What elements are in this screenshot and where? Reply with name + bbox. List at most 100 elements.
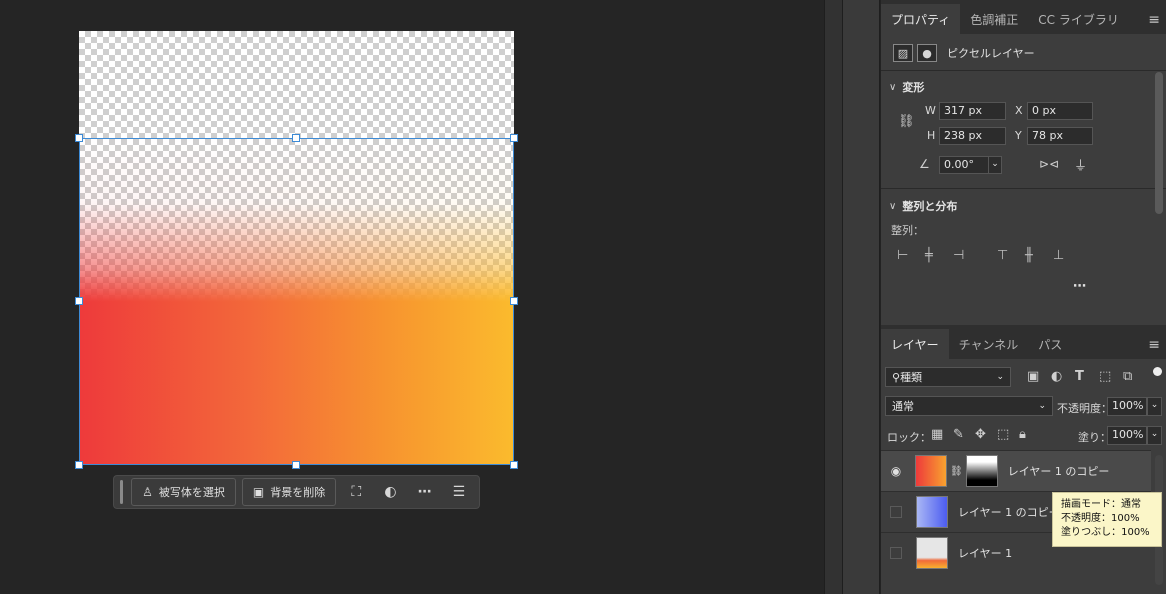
layer-name[interactable]: レイヤー 1 bbox=[958, 545, 1012, 561]
height-label: H bbox=[927, 129, 936, 142]
more-align-options-icon[interactable]: ⋯ bbox=[1073, 279, 1086, 294]
align-left-icon[interactable]: ⊢ bbox=[897, 248, 925, 263]
remove-background-button[interactable]: ▣ 背景を削除 bbox=[241, 478, 337, 506]
lock-position-icon[interactable]: ✥ bbox=[975, 427, 997, 442]
angle-icon: ∠ bbox=[919, 157, 930, 171]
align-icons-row: ⊢ ╪ ⊣ ⊤ ╫ ⊥ bbox=[897, 248, 1081, 263]
layer-name[interactable]: レイヤー 1 のコピー bbox=[958, 504, 1060, 520]
chevron-down-icon: ⌄ bbox=[996, 372, 1004, 382]
tab-layers[interactable]: レイヤー bbox=[881, 329, 949, 359]
angle-field[interactable]: 0.00° bbox=[939, 156, 989, 174]
filter-pixel-icon[interactable]: ▣ bbox=[1027, 369, 1051, 384]
handle-top-left[interactable] bbox=[75, 134, 83, 142]
blend-mode-value: 通常 bbox=[892, 400, 914, 413]
chevron-down-icon: ⌄ bbox=[1038, 401, 1046, 411]
angle-dropdown-chevron-icon[interactable]: ⌄ bbox=[988, 156, 1002, 174]
mask-icon[interactable]: ● bbox=[917, 44, 937, 62]
width-field[interactable]: 317 px bbox=[939, 102, 1006, 120]
visibility-toggle[interactable] bbox=[890, 547, 902, 559]
align-title: 整列と分布 bbox=[902, 200, 958, 213]
align-top-icon[interactable]: ⊤ bbox=[997, 248, 1025, 263]
layers-panel-menu-icon[interactable]: ≡ bbox=[1148, 337, 1160, 353]
align-section-header[interactable]: ∨ 整列と分布 bbox=[881, 195, 957, 217]
layer-mask-thumbnail[interactable] bbox=[965, 455, 998, 487]
lock-artboard-icon[interactable]: ⬚ bbox=[997, 427, 1019, 442]
align-bottom-icon[interactable]: ⊥ bbox=[1053, 248, 1081, 263]
flip-vertical-icon[interactable]: ⏚ bbox=[1074, 155, 1087, 174]
tab-properties[interactable]: プロパティ bbox=[881, 4, 961, 34]
adjustment-button[interactable]: ◐ bbox=[376, 478, 404, 506]
tab-adjustments[interactable]: 色調補正 bbox=[960, 4, 1028, 34]
transform-section-header[interactable]: ∨ 変形 bbox=[881, 76, 924, 98]
layer-thumbnail bbox=[916, 496, 948, 528]
chevron-down-icon: ∨ bbox=[889, 81, 897, 93]
transform-button[interactable]: ⛶ bbox=[342, 478, 370, 506]
search-icon: ⚲ bbox=[892, 371, 901, 384]
lock-all-icon[interactable]: 🔒︎ bbox=[1019, 427, 1041, 442]
blend-mode-select[interactable]: 通常 ⌄ bbox=[885, 396, 1053, 416]
handle-bottom-right[interactable] bbox=[510, 461, 518, 469]
layer-filter-select[interactable]: ⚲種類 ⌄ bbox=[885, 367, 1011, 387]
canvas-area[interactable]: ♙ 被写体を選択 ▣ 背景を削除 ⛶ ◐ ⋯ ☰ bbox=[0, 0, 824, 594]
fill-field[interactable]: 100% bbox=[1107, 426, 1147, 445]
image-icon: ▣ bbox=[252, 485, 265, 499]
x-field[interactable]: 0 px bbox=[1027, 102, 1093, 120]
transform-title: 変形 bbox=[902, 81, 925, 94]
handle-bottom-center[interactable] bbox=[292, 461, 300, 469]
align-vertical-center-icon[interactable]: ╫ bbox=[1025, 248, 1053, 263]
lock-icons-row: ▦ ✎ ✥ ⬚ 🔒︎ bbox=[931, 427, 1041, 442]
taskbar-settings-button[interactable]: ☰ bbox=[445, 478, 473, 506]
visibility-toggle[interactable] bbox=[890, 506, 902, 518]
filter-kind-label: 種類 bbox=[900, 371, 923, 384]
align-right-icon[interactable]: ⊣ bbox=[953, 248, 997, 263]
filter-smart-object-icon[interactable]: ⧉ bbox=[1123, 369, 1147, 384]
tab-channels[interactable]: チャンネル bbox=[949, 329, 1029, 359]
transform-bounding-box[interactable] bbox=[79, 138, 514, 465]
taskbar-drag-handle[interactable] bbox=[120, 480, 124, 504]
filter-type-icon[interactable]: T bbox=[1075, 369, 1099, 384]
handle-bottom-left[interactable] bbox=[75, 461, 83, 469]
person-icon: ♙ bbox=[142, 485, 153, 499]
visibility-eye-icon[interactable]: ◉ bbox=[881, 464, 911, 478]
chevron-down-icon: ∨ bbox=[889, 200, 897, 212]
layers-tabbar: レイヤー チャンネル パス ≡ bbox=[881, 325, 1166, 359]
properties-tabbar: プロパティ 色調補正 CC ライブラリ ≡ bbox=[881, 0, 1166, 34]
lock-label: ロック： bbox=[887, 431, 931, 444]
lock-transparent-pixels-icon[interactable]: ▦ bbox=[931, 427, 953, 442]
layer-thumbnail bbox=[916, 537, 948, 569]
filter-shape-icon[interactable]: ⬚ bbox=[1099, 369, 1123, 384]
more-options-button[interactable]: ⋯ bbox=[411, 478, 439, 506]
opacity-dropdown-chevron-icon[interactable]: ⌄ bbox=[1147, 397, 1162, 416]
fill-dropdown-chevron-icon[interactable]: ⌄ bbox=[1147, 426, 1162, 445]
flip-horizontal-icon[interactable]: ⊳⊲ bbox=[1039, 157, 1059, 171]
filter-adjustment-icon[interactable]: ◐ bbox=[1051, 369, 1075, 384]
layer-name[interactable]: レイヤー 1 のコピー bbox=[1008, 463, 1110, 479]
panel-menu-icon[interactable]: ≡ bbox=[1148, 12, 1160, 28]
handle-middle-right[interactable] bbox=[510, 297, 518, 305]
height-field[interactable]: 238 px bbox=[939, 127, 1006, 145]
contextual-task-bar: ♙ 被写体を選択 ▣ 背景を削除 ⛶ ◐ ⋯ ☰ bbox=[113, 475, 480, 509]
panel-gutter bbox=[824, 0, 842, 594]
tooltip-opacity: 不透明度：100% bbox=[1061, 513, 1140, 524]
mask-link-icon[interactable]: ⛓ bbox=[950, 466, 963, 477]
lock-image-pixels-icon[interactable]: ✎ bbox=[953, 427, 975, 442]
pixel-layer-icon[interactable]: ▨ bbox=[893, 44, 913, 62]
adjustment-circle-icon: ◐ bbox=[384, 484, 397, 500]
handle-middle-left[interactable] bbox=[75, 297, 83, 305]
tab-paths[interactable]: パス bbox=[1028, 329, 1072, 359]
sliders-icon: ☰ bbox=[452, 484, 466, 500]
tab-cc-libraries[interactable]: CC ライブラリ bbox=[1028, 4, 1129, 34]
handle-top-center[interactable] bbox=[292, 134, 300, 142]
layer-row[interactable]: ◉ ⛓ レイヤー 1 のコピー bbox=[881, 450, 1151, 491]
y-field[interactable]: 78 px bbox=[1027, 127, 1093, 145]
layer-info-tooltip: 描画モード：通常 不透明度：100% 塗りつぶし：100% bbox=[1052, 492, 1162, 547]
link-chain-icon[interactable]: ⛓ bbox=[898, 114, 915, 129]
select-subject-label: 被写体を選択 bbox=[158, 486, 225, 499]
filter-toggle-icon[interactable] bbox=[1153, 367, 1162, 376]
handle-top-right[interactable] bbox=[510, 134, 518, 142]
select-subject-button[interactable]: ♙ 被写体を選択 bbox=[131, 478, 236, 506]
remove-background-label: 背景を削除 bbox=[270, 486, 326, 499]
opacity-field[interactable]: 100% bbox=[1107, 397, 1147, 416]
properties-scrollbar[interactable] bbox=[1155, 72, 1163, 214]
align-horizontal-center-icon[interactable]: ╪ bbox=[925, 248, 953, 263]
